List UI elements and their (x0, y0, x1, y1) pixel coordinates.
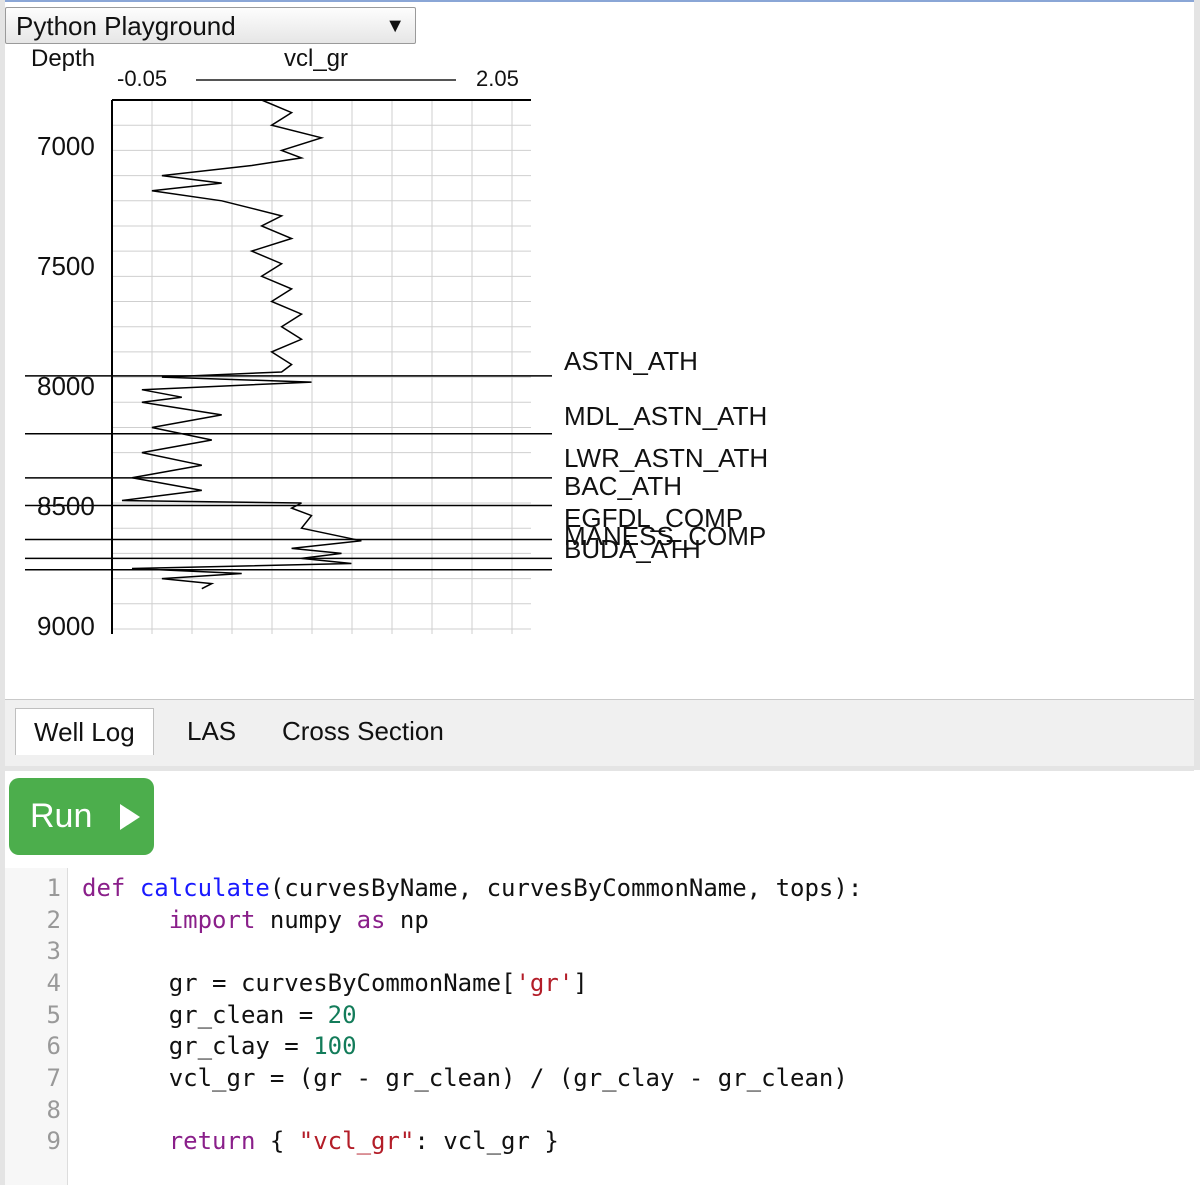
tab-las[interactable]: LAS (169, 708, 254, 754)
code-line[interactable]: gr = curvesByCommonName['gr'] (82, 969, 588, 997)
x-min-label: -0.05 (117, 66, 168, 91)
x-max-label: 2.05 (476, 66, 519, 91)
line-number: 8 (46, 1096, 61, 1124)
tab-well-log[interactable]: Well Log (15, 708, 154, 755)
y-tick-label: 8500 (37, 491, 95, 521)
line-number: 5 (46, 1001, 61, 1029)
code-editor[interactable]: 1 2 3 4 5 6 7 8 9 def calculate(curvesBy… (5, 868, 1194, 1185)
code-line[interactable]: gr_clay = 100 (82, 1032, 357, 1060)
line-number-gutter: 1 2 3 4 5 6 7 8 9 (5, 868, 68, 1185)
play-icon (120, 804, 140, 830)
line-number: 2 (46, 906, 61, 934)
y-tick-label: 8000 (37, 371, 95, 401)
line-number: 4 (46, 969, 61, 997)
code-line[interactable]: import numpy as np (82, 906, 429, 934)
curve-name-label: vcl_gr (284, 45, 349, 72)
formation-top-label: BAC_ATH (564, 471, 682, 501)
well-log-plot: Depth vcl_gr -0.05 2.05 7000 7500 8000 8… (0, 0, 800, 700)
run-button[interactable]: Run (9, 778, 154, 855)
code-line[interactable]: vcl_gr = (gr - gr_clean) / (gr_clay - gr… (82, 1064, 848, 1092)
formation-top-label: ASTN_ATH (564, 346, 698, 376)
code-line[interactable]: return { "vcl_gr": vcl_gr } (82, 1127, 559, 1155)
y-tick-label: 7500 (37, 251, 95, 281)
line-number: 7 (46, 1064, 61, 1092)
y-tick-label: 9000 (37, 611, 95, 641)
y-tick-label: 7000 (37, 131, 95, 161)
right-border (1194, 0, 1200, 770)
view-tab-bar: Well Log LAS Cross Section (5, 699, 1194, 767)
line-number: 3 (46, 937, 61, 965)
depth-axis-title: Depth (31, 45, 96, 72)
code-line[interactable]: def calculate(curvesByName, curvesByComm… (82, 874, 862, 902)
formation-top-label: LWR_ASTN_ATH (564, 443, 769, 473)
run-button-label: Run (30, 797, 93, 835)
formation-top-label: MDL_ASTN_ATH (564, 401, 768, 431)
line-number: 6 (46, 1032, 61, 1060)
formation-top-label: BUDA_ATH (564, 534, 701, 564)
code-line[interactable]: gr_clean = 20 (82, 1001, 357, 1029)
line-number: 9 (46, 1127, 61, 1155)
tab-cross-section[interactable]: Cross Section (264, 708, 462, 754)
line-number: 1 (46, 874, 61, 902)
vcl-gr-curve (121, 99, 362, 590)
panel-divider[interactable] (5, 766, 1194, 771)
